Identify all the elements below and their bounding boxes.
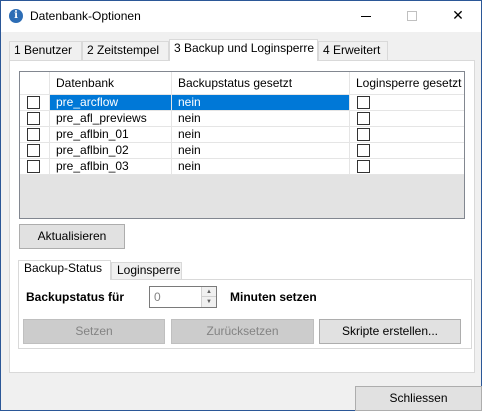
backup-for-label: Backupstatus für [26, 290, 125, 304]
row-checkbox-cell [20, 143, 50, 159]
loginsperre-checkbox[interactable] [357, 160, 370, 173]
maximize-button[interactable] [389, 1, 435, 32]
minutes-spinner[interactable]: 0 ▲ ▼ [149, 286, 217, 308]
row-checkbox-cell [20, 127, 50, 143]
maximize-icon [407, 11, 417, 21]
row-checkbox-cell [20, 95, 50, 111]
close-button[interactable]: Schliessen [355, 386, 482, 411]
cell-datenbank[interactable]: pre_aflbin_01 [50, 127, 172, 143]
loginsperre-checkbox[interactable] [357, 96, 370, 109]
subtab-loginsperre[interactable]: Loginsperre [111, 262, 182, 279]
window-title: Datenbank-Optionen [30, 9, 141, 23]
cell-backupstatus[interactable]: nein [172, 111, 350, 127]
create-scripts-button[interactable]: Skripte erstellen... [319, 319, 461, 344]
minimize-button[interactable] [343, 1, 389, 32]
cell-loginsperre [350, 111, 464, 127]
loginsperre-checkbox[interactable] [357, 144, 370, 157]
cell-datenbank[interactable]: pre_afl_previews [50, 111, 172, 127]
table-row[interactable]: pre_arcflow nein [20, 95, 464, 111]
cell-backupstatus[interactable]: nein [172, 127, 350, 143]
tab-backup-loginsperre[interactable]: 3 Backup und Loginsperre [169, 39, 318, 61]
info-icon: i [9, 9, 23, 23]
header-loginsperre[interactable]: Loginsperre gesetzt [350, 72, 464, 95]
refresh-button[interactable]: Aktualisieren [19, 224, 125, 249]
row-select-checkbox[interactable] [27, 160, 40, 173]
tab-benutzer[interactable]: 1 Benutzer [9, 41, 82, 60]
close-window-button[interactable]: ✕ [435, 1, 481, 32]
spin-up-icon[interactable]: ▲ [202, 287, 216, 297]
dialog-window: i Datenbank-Optionen ✕ 1 Benutzer 2 Zeit… [0, 0, 482, 411]
tab-erweitert[interactable]: 4 Erweitert [318, 41, 388, 60]
spinner-buttons: ▲ ▼ [201, 287, 216, 307]
cell-backupstatus[interactable]: nein [172, 143, 350, 159]
cell-datenbank[interactable]: pre_aflbin_02 [50, 143, 172, 159]
table-row[interactable]: pre_aflbin_01 nein [20, 127, 464, 143]
minimize-icon [361, 16, 371, 17]
row-select-checkbox[interactable] [27, 144, 40, 157]
tab-zeitstempel[interactable]: 2 Zeitstempel [82, 41, 169, 60]
cell-loginsperre [350, 95, 464, 111]
table-row[interactable]: pre_aflbin_02 nein [20, 143, 464, 159]
cell-backupstatus[interactable]: nein [172, 159, 350, 175]
row-select-checkbox[interactable] [27, 112, 40, 125]
title-bar: i Datenbank-Optionen ✕ [1, 1, 481, 32]
cell-loginsperre [350, 143, 464, 159]
cell-datenbank[interactable]: pre_aflbin_03 [50, 159, 172, 175]
row-checkbox-cell [20, 111, 50, 127]
cell-datenbank[interactable]: pre_arcflow [50, 95, 172, 111]
table-row[interactable]: pre_aflbin_03 nein [20, 159, 464, 175]
row-select-checkbox[interactable] [27, 96, 40, 109]
row-select-checkbox[interactable] [27, 128, 40, 141]
cell-backupstatus[interactable]: nein [172, 95, 350, 111]
loginsperre-checkbox[interactable] [357, 112, 370, 125]
database-grid[interactable]: Datenbank Backupstatus gesetzt Loginsper… [19, 71, 465, 219]
close-icon: ✕ [452, 8, 464, 24]
header-backupstatus[interactable]: Backupstatus gesetzt [172, 72, 350, 95]
cell-loginsperre [350, 127, 464, 143]
spin-down-icon[interactable]: ▼ [202, 297, 216, 307]
set-button[interactable]: Setzen [23, 319, 165, 344]
table-row[interactable]: pre_afl_previews nein [20, 111, 464, 127]
minutes-value: 0 [154, 290, 161, 304]
subtab-backup-status[interactable]: Backup-Status [18, 260, 111, 280]
header-checkbox-column [20, 72, 50, 95]
minutes-set-label: Minuten setzen [230, 290, 317, 304]
row-checkbox-cell [20, 159, 50, 175]
reset-button[interactable]: Zurücksetzen [171, 319, 314, 344]
cell-loginsperre [350, 159, 464, 175]
loginsperre-checkbox[interactable] [357, 128, 370, 141]
header-datenbank[interactable]: Datenbank [50, 72, 172, 95]
grid-header: Datenbank Backupstatus gesetzt Loginsper… [20, 72, 464, 95]
